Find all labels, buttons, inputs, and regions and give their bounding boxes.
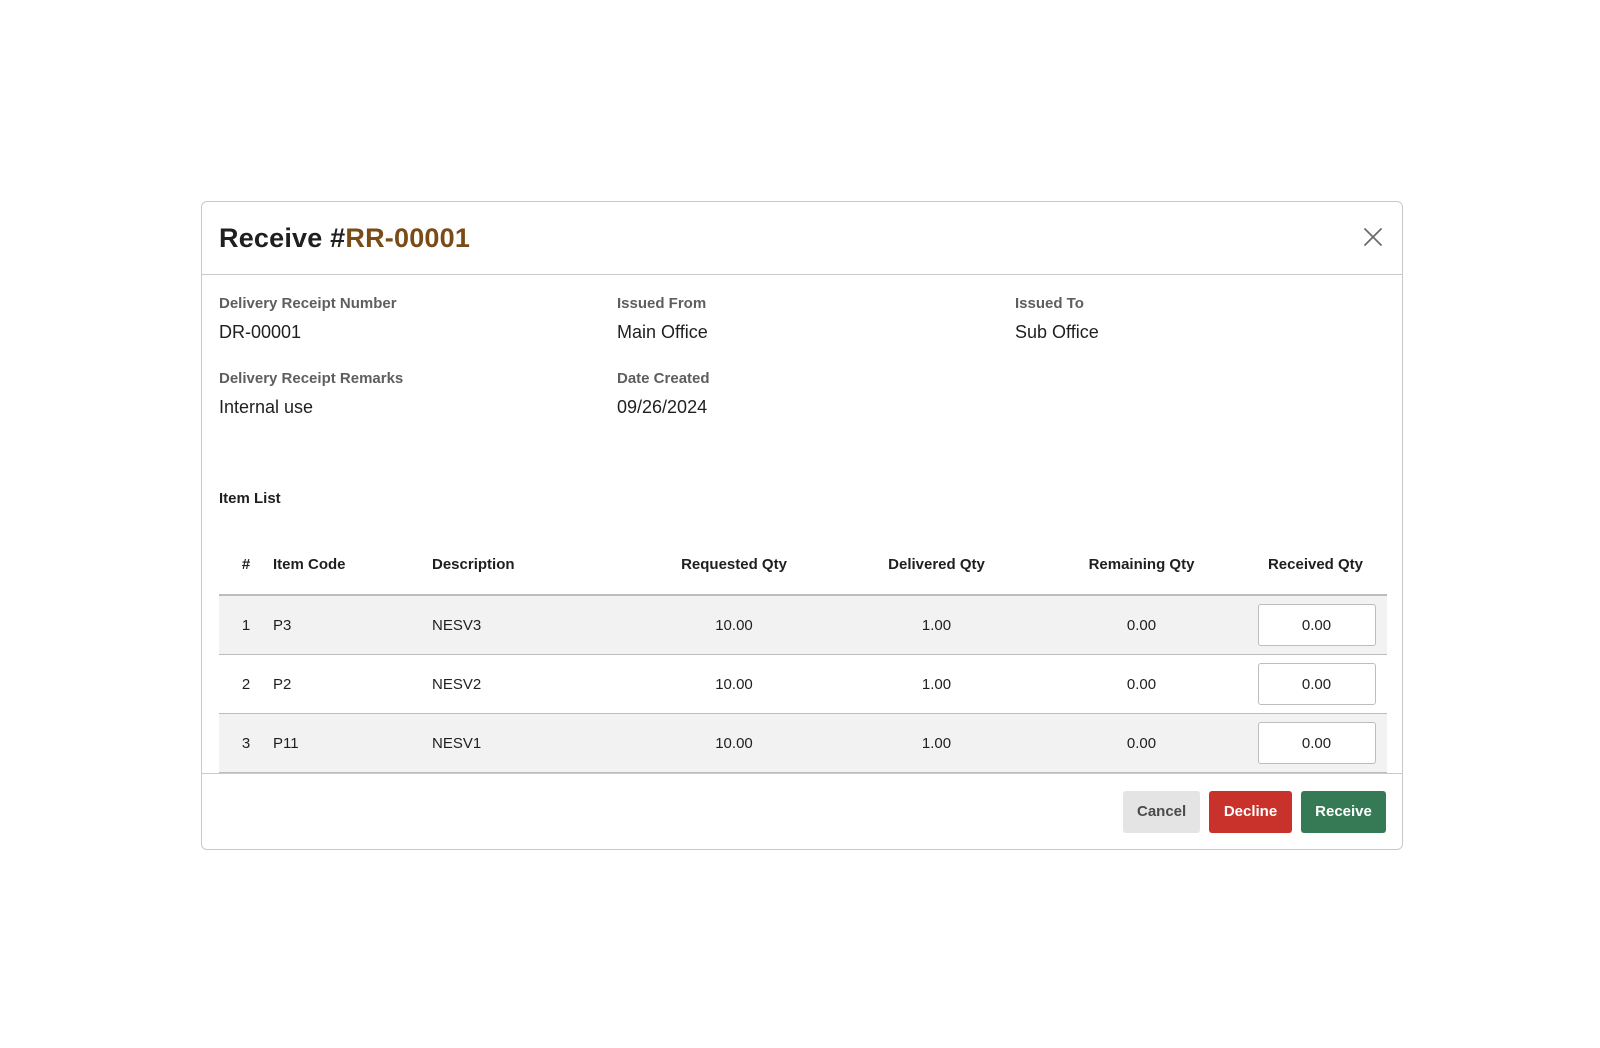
- col-header-requested-qty: Requested Qty: [634, 534, 834, 596]
- received-qty-input[interactable]: [1257, 722, 1376, 764]
- received-qty-input[interactable]: [1257, 663, 1376, 705]
- cell-received-qty: [1244, 713, 1387, 773]
- receive-button[interactable]: Receive: [1301, 790, 1386, 833]
- info-value: Main Office: [617, 322, 708, 342]
- info-label: Issued To: [1015, 295, 1084, 312]
- info-label: Date Created: [617, 370, 710, 387]
- info-issued-to: Issued To Sub Office: [1015, 295, 1395, 370]
- modal-body: Delivery Receipt Number DR-00001 Issued …: [202, 275, 1402, 773]
- cell-remaining-qty: 0.00: [1039, 654, 1244, 714]
- info-label: Delivery Receipt Remarks: [219, 370, 404, 387]
- cell-description: NESV1: [432, 713, 634, 773]
- table-header-row: # Item Code Description Requested Qty De…: [219, 534, 1387, 596]
- receipt-info: Delivery Receipt Number DR-00001 Issued …: [219, 275, 1385, 445]
- cell-item-code: P3: [273, 595, 432, 655]
- item-list-title: Item List: [219, 490, 281, 507]
- receive-modal: Receive #RR-00001 Delivery Receipt Numbe…: [201, 201, 1403, 850]
- info-delivery-receipt-number: Delivery Receipt Number DR-00001: [219, 295, 617, 370]
- info-value: 09/26/2024: [617, 397, 708, 417]
- modal-header: Receive #RR-00001: [202, 202, 1402, 275]
- cell-requested-qty: 10.00: [634, 595, 834, 655]
- modal-title-prefix: Receive #: [219, 222, 346, 253]
- cell-delivered-qty: 1.00: [834, 713, 1039, 773]
- cell-received-qty: [1244, 595, 1387, 655]
- modal-footer: Cancel Decline Receive: [202, 773, 1402, 849]
- info-value: DR-00001: [219, 322, 302, 342]
- col-header-delivered-qty: Delivered Qty: [834, 534, 1039, 596]
- cell-remaining-qty: 0.00: [1039, 595, 1244, 655]
- table-row: 2 P2 NESV2 10.00 1.00 0.00: [219, 654, 1387, 714]
- cell-description: NESV3: [432, 595, 634, 655]
- info-label: Issued From: [617, 295, 707, 312]
- col-header-remaining-qty: Remaining Qty: [1039, 534, 1244, 596]
- close-button[interactable]: [1358, 222, 1388, 252]
- cell-number: 1: [219, 595, 273, 655]
- info-label: Delivery Receipt Number: [219, 295, 397, 312]
- decline-button[interactable]: Decline: [1209, 790, 1292, 833]
- table-row: 3 P11 NESV1 10.00 1.00 0.00: [219, 713, 1387, 773]
- cell-requested-qty: 10.00: [634, 713, 834, 773]
- cell-requested-qty: 10.00: [634, 654, 834, 714]
- cell-item-code: P11: [273, 713, 432, 773]
- cell-received-qty: [1244, 654, 1387, 714]
- item-table: # Item Code Description Requested Qty De…: [219, 534, 1387, 773]
- col-header-received-qty: Received Qty: [1244, 534, 1387, 596]
- col-header-description: Description: [432, 534, 634, 596]
- info-issued-from: Issued From Main Office: [617, 295, 1015, 370]
- receipt-reference: RR-00001: [345, 222, 471, 253]
- info-remarks: Delivery Receipt Remarks Internal use: [219, 370, 617, 445]
- cell-delivered-qty: 1.00: [834, 595, 1039, 655]
- modal-title: Receive #RR-00001: [219, 223, 470, 254]
- cancel-button[interactable]: Cancel: [1123, 790, 1200, 833]
- cell-number: 3: [219, 713, 273, 773]
- cell-number: 2: [219, 654, 273, 714]
- cell-item-code: P2: [273, 654, 432, 714]
- cell-description: NESV2: [432, 654, 634, 714]
- close-icon: [1364, 228, 1382, 246]
- info-date-created: Date Created 09/26/2024: [617, 370, 1015, 445]
- table-row: 1 P3 NESV3 10.00 1.00 0.00: [219, 595, 1387, 655]
- info-value: Sub Office: [1015, 322, 1099, 342]
- cell-delivered-qty: 1.00: [834, 654, 1039, 714]
- col-header-item-code: Item Code: [273, 534, 432, 596]
- received-qty-input[interactable]: [1257, 604, 1376, 646]
- col-header-number: #: [219, 534, 273, 596]
- info-value: Internal use: [219, 397, 314, 417]
- cell-remaining-qty: 0.00: [1039, 713, 1244, 773]
